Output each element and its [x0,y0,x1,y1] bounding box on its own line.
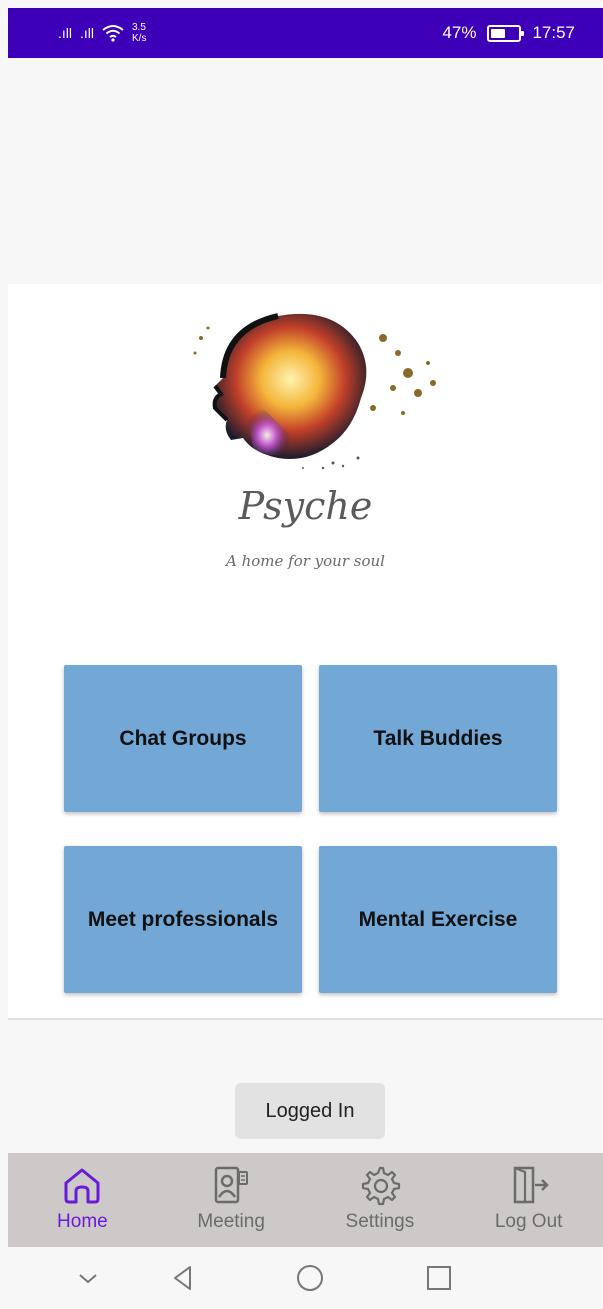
status-left: .ıll .ıll 3.5 K/s [58,22,146,44]
signal-icon: .ıll [58,25,72,41]
nav-label-home: Home [57,1211,108,1232]
status-bar: .ıll .ıll 3.5 K/s 47% 17:57 [8,8,603,58]
clock: 17:57 [532,23,575,42]
app-title: Psyche [238,484,373,528]
top-blank-area [8,58,603,284]
home-content: Psyche A home for your soul Chat Groups … [8,284,603,1020]
network-speed: 3.5 K/s [132,22,146,44]
gear-icon [361,1166,400,1206]
bottom-navigation: Home Meeting Settings Log Out [8,1153,603,1247]
recent-apps-icon[interactable] [424,1263,454,1293]
battery-icon [487,24,525,42]
nav-label-logout: Log Out [494,1211,563,1232]
wifi-icon [102,25,124,42]
logo-image [193,313,436,470]
toast-message: Logged In [235,1083,385,1139]
nav-item-home[interactable]: Home [8,1153,157,1247]
back-icon[interactable] [168,1263,198,1293]
app-screen: .ıll .ıll 3.5 K/s 47% 17:57 Psyche A hom… [0,0,603,1309]
signal-icon-2: .ıll [80,25,94,41]
network-speed-value: 3.5 [132,22,146,33]
network-speed-unit: K/s [132,33,147,44]
nav-label-meeting: Meeting [197,1211,265,1232]
meet-professionals-button[interactable]: Meet professionals [64,846,302,993]
chevron-down-icon[interactable] [73,1263,103,1293]
home-icon [64,1168,100,1204]
talk-buddies-button[interactable]: Talk Buddies [319,665,557,812]
nav-item-logout[interactable]: Log Out [454,1153,603,1247]
mental-exercise-button[interactable]: Mental Exercise [319,846,557,993]
nav-item-meeting[interactable]: Meeting [157,1153,306,1247]
chat-groups-button[interactable]: Chat Groups [64,665,302,812]
battery-percent: 47% [442,23,477,42]
status-right: 47% 17:57 [442,23,575,43]
system-navigation-bar [8,1247,603,1309]
nav-label-settings: Settings [345,1211,415,1232]
app-tagline: A home for your soul [226,552,385,570]
home-circle-icon[interactable] [295,1263,325,1293]
meeting-icon [214,1166,249,1204]
nav-item-settings[interactable]: Settings [306,1153,455,1247]
logout-icon [513,1166,549,1204]
